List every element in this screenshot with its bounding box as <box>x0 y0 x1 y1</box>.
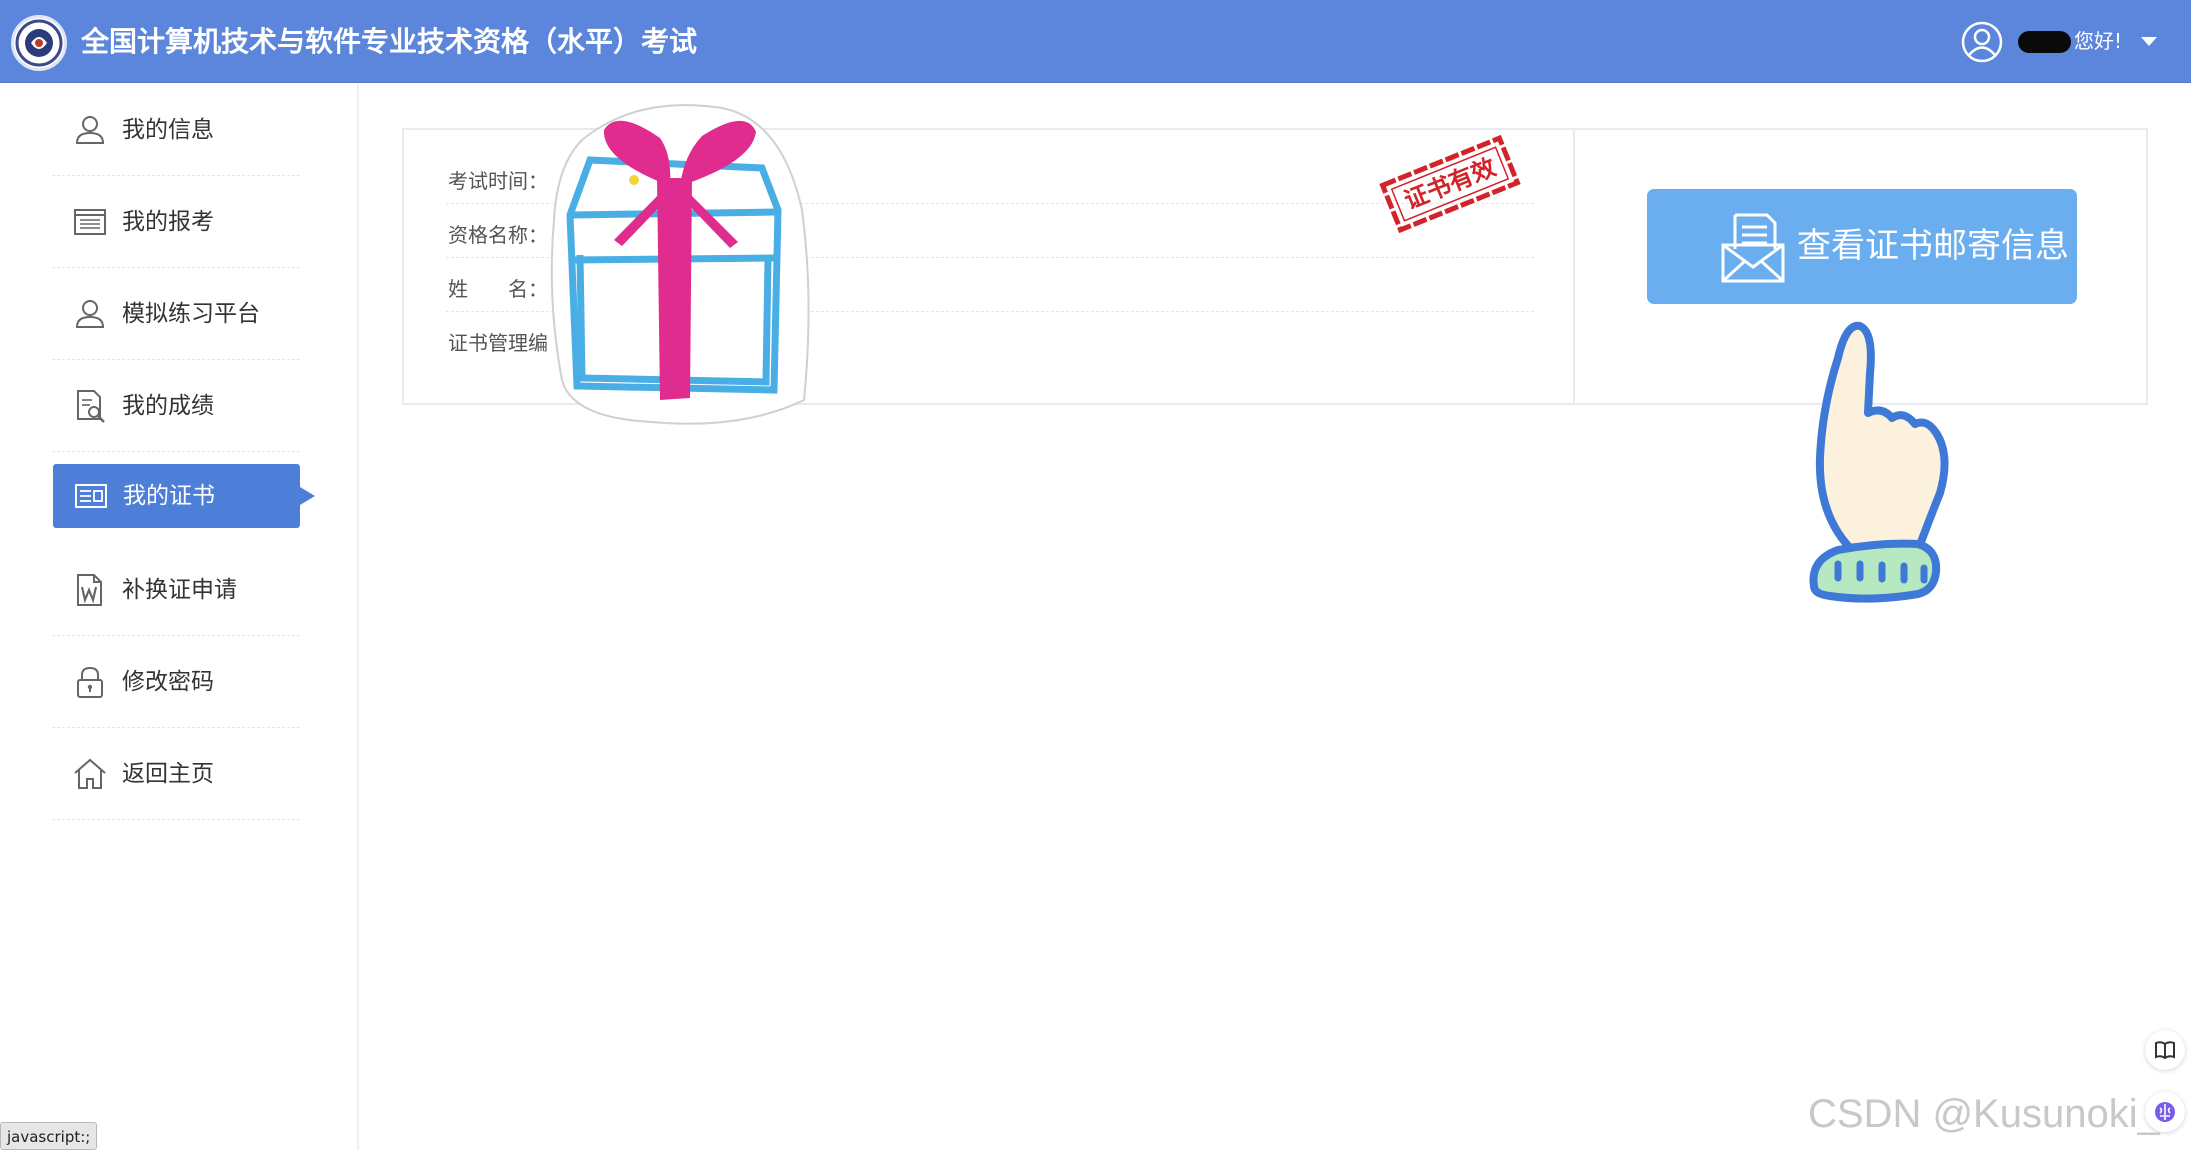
mail-document-icon <box>1721 213 1785 283</box>
sidebar-item-replace-certificate[interactable]: 补换证申请 <box>52 544 300 636</box>
status-bar-link: javascript:; <box>0 1122 98 1150</box>
svg-text:证书有效: 证书有效 <box>1400 152 1500 215</box>
home-icon <box>74 758 106 789</box>
sidebar-item-change-password[interactable]: 修改密码 <box>52 636 300 728</box>
document-search-icon <box>77 390 105 423</box>
exam-time-label: 考试时间： <box>448 169 548 193</box>
view-mailing-info-label: 查看证书邮寄信息 <box>1797 226 2069 266</box>
greeting-text: 您好! <box>2074 29 2123 53</box>
user-icon <box>75 116 105 144</box>
certificate-valid-stamp: 证书有效 <box>1379 134 1521 234</box>
sidebar-item-label: 补换证申请 <box>122 577 237 603</box>
user-icon <box>75 300 105 328</box>
sidebar-item-my-info[interactable]: 我的信息 <box>52 84 300 176</box>
sidebar-item-label: 我的证书 <box>123 483 215 509</box>
qualification-name-label: 资格名称： <box>448 223 548 247</box>
sidebar-item-my-certificate[interactable]: 我的证书 <box>53 464 315 528</box>
site-title: 全国计算机技术与软件专业技术资格（水平）考试 <box>81 25 698 58</box>
chevron-down-icon[interactable] <box>2141 37 2157 46</box>
csdn-watermark: CSDN @Kusunoki_ <box>1808 1092 2160 1136</box>
user-name-redacted[interactable] <box>2018 31 2071 53</box>
sidebar-item-label: 我的成绩 <box>122 393 214 419</box>
sidebar-item-practice-platform[interactable]: 模拟练习平台 <box>52 268 300 360</box>
sidebar-item-label: 返回主页 <box>122 761 214 787</box>
list-icon <box>74 209 106 235</box>
word-document-icon <box>77 574 102 606</box>
exam-logo <box>11 15 67 71</box>
view-mailing-info-button[interactable]: 查看证书邮寄信息 <box>1647 189 2077 304</box>
certificate-icon <box>75 484 107 508</box>
reader-mode-button[interactable] <box>2145 1030 2185 1070</box>
book-icon <box>2155 1041 2175 1060</box>
sidebar-item-my-scores[interactable]: 我的成绩 <box>52 360 300 452</box>
sidebar-item-label: 模拟练习平台 <box>122 301 260 327</box>
sidebar-item-return-home[interactable]: 返回主页 <box>52 728 300 820</box>
name-label: 姓 名： <box>448 277 548 301</box>
sidebar-item-label: 修改密码 <box>122 669 214 695</box>
gift-box-sticker <box>550 104 810 425</box>
sidebar: 我的信息 我的报考 模拟练习平台 我的成绩 我的证书 补换证申请 修改密码 返回… <box>0 84 359 1150</box>
pointing-hand-sticker <box>1809 321 1949 603</box>
sidebar-item-label: 我的报考 <box>122 209 214 235</box>
user-avatar-icon[interactable] <box>1960 20 2004 64</box>
top-header: 全国计算机技术与软件专业技术资格（水平）考试 您好! <box>0 0 2191 83</box>
lock-icon <box>77 666 103 698</box>
certificate-number-label: 证书管理编 <box>448 331 548 355</box>
sidebar-item-my-registration[interactable]: 我的报考 <box>52 176 300 268</box>
sidebar-item-label: 我的信息 <box>122 117 214 143</box>
